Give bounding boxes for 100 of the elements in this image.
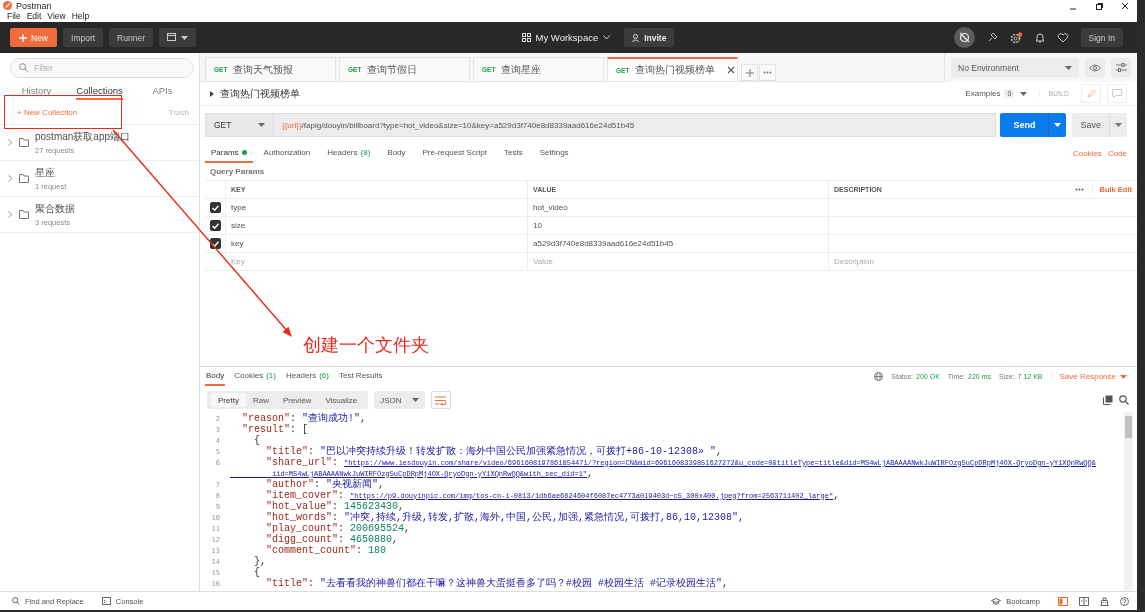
more-icon [763,71,772,74]
manage-environments-button[interactable] [1111,58,1131,77]
caret-right-icon [210,90,214,97]
checkbox[interactable] [209,220,221,231]
code-line: "title": "去看看我的神兽们都在干嘛？这神兽大蛋挺香多了吗？#校园 #校园生活 #记录校园生活", [265,578,729,589]
request-section-tab[interactable]: Authorization [257,143,317,163]
console-icon [101,597,111,605]
code-line: "play_count": 200695524, [265,523,411,534]
menu-item[interactable]: File [4,11,24,22]
sync-button[interactable] [953,27,975,48]
checkbox[interactable] [209,238,221,249]
collection-name: postman获取app端口 [35,130,131,144]
building-icon[interactable] [1100,596,1109,606]
workspace-button[interactable]: My Workspace [521,32,611,43]
copy-icon[interactable] [1103,395,1113,405]
chevron-right-icon [8,211,13,218]
code-line: "digg_count": 4650880, [265,534,399,545]
new-window-button[interactable] [159,28,196,47]
invite-button[interactable]: Invite [624,28,675,47]
request-name: 查询热门视频榜单 [220,86,300,101]
more-icon[interactable] [1075,188,1085,191]
request-section-tab[interactable]: Settings [533,143,575,163]
check-icon [211,204,219,211]
sidebar-tab[interactable]: History [13,83,60,100]
url-field[interactable]: {{url}}/fapig/douyin/billboard?type=hot_video&size=10&key=a529d3f740e8d8339aad616e24d51b45 [273,113,997,137]
request-section-tab[interactable]: Pre-request Script [416,143,493,163]
caret-down-icon [1115,123,1122,127]
bell-icon[interactable] [1034,32,1045,43]
code-line: { [253,567,260,578]
three-pane-icon[interactable] [1079,596,1089,606]
folder-icon [19,210,29,219]
request-section-tab[interactable]: Headers (8) [321,143,377,163]
caret-down-icon [411,398,419,402]
filter-field[interactable]: Filter [10,58,194,78]
graduation-cap-icon [991,597,1002,605]
code-line: }, [253,556,266,567]
code-line: "result": [ [241,424,309,435]
code-line: "hot_words": "冲突,持续,升级,转发,扩散,海外,中国,公民,加强,紧急情况,可拨打,86,10,12308", [265,512,745,523]
chevron-down-icon [603,35,611,40]
window-title: Postman [16,0,52,11]
help-icon[interactable] [1120,596,1129,606]
format-dropdown[interactable]: JSON [374,391,425,409]
checkbox[interactable] [209,202,221,213]
two-pane-icon[interactable] [1058,596,1068,606]
view-mode-button[interactable]: Raw [245,393,276,407]
request-section-tab[interactable]: Tests [498,143,529,163]
maximize-icon[interactable] [1095,1,1103,10]
folder-icon [19,138,29,147]
search-icon[interactable] [1119,395,1129,405]
code-line: "hot_value": 145623430, [265,501,405,512]
caret-down-icon [258,123,265,127]
close-icon[interactable] [1121,1,1129,10]
section-title: Query Params [209,166,266,178]
code-line: "title": "巴以冲突持续升级！转发扩散：海外中国公民加强紧急情况，可拨打+86-10-12308» ", [265,446,723,457]
wrap-icon [435,395,447,405]
environment-dropdown[interactable]: No Environment [951,58,1079,77]
annotation-text: 创建一个文件夹 [303,333,429,357]
view-mode-button[interactable]: Preview [275,393,319,407]
wrap-lines-button[interactable] [430,391,451,409]
response-tab[interactable]: Body [205,367,226,386]
caret-down-icon [1065,65,1072,70]
import-button[interactable]: Import [63,28,104,47]
check-icon [211,240,219,247]
view-mode-button[interactable]: Pretty [211,393,246,407]
runner-button[interactable]: Runner [109,28,153,47]
scrollbar[interactable] [1124,412,1133,591]
table-cell: 10 [533,221,542,230]
menu-item[interactable]: Edit [23,11,45,22]
comment-icon [1112,89,1122,98]
close-icon[interactable] [727,66,736,74]
chevron-right-icon [8,175,13,182]
folder-icon [19,174,29,183]
sign-in-button[interactable]: Sign In [1080,28,1123,47]
eye-icon [1089,63,1101,72]
sidebar-tab[interactable]: APIs [139,83,186,100]
menu-item[interactable]: View [44,11,69,22]
caret-down-icon [1054,123,1062,127]
globe-icon [874,372,884,381]
request-section-tab[interactable]: Params [205,143,253,163]
method-dropdown[interactable]: GET [205,113,273,137]
search-icon [19,63,28,72]
response-tab[interactable]: Headers (6) [284,367,330,386]
request-section-tab[interactable]: Body [381,143,412,163]
sidebar-tab[interactable]: Collections [76,83,123,100]
view-mode-button[interactable]: Visualize [318,393,365,407]
heart-icon[interactable] [1056,32,1069,43]
table-cell: size [231,221,246,230]
menu-item[interactable]: Help [68,11,93,22]
caret-down-icon [181,35,188,40]
response-tab[interactable]: Cookies (1) [233,367,277,386]
table-cell: a529d3f740e8d8339aad616e24d51b45 [533,239,674,248]
collection-name: 星座 [35,166,56,180]
environment-quick-look-button[interactable] [1085,58,1105,77]
code-line: "comment_count": 180 [265,545,387,556]
table-cell: hot_video [533,203,568,212]
response-tab[interactable]: Test Results [337,367,384,386]
gear-icon[interactable] [1009,31,1023,44]
pencil-icon [1086,89,1096,98]
table-cell: key [231,239,244,248]
code-line: { [253,435,260,446]
